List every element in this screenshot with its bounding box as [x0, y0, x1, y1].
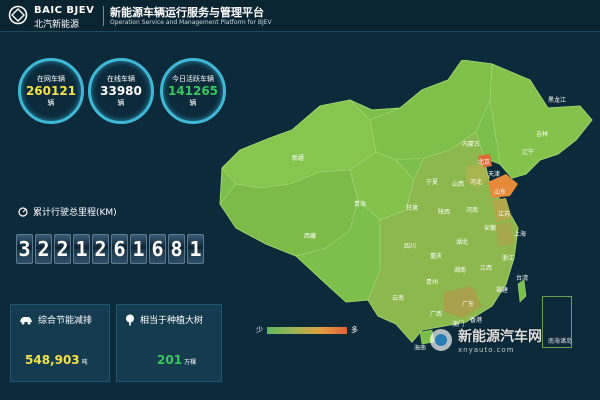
region-taiwan — [517, 279, 527, 303]
odometer-digit: 6 — [149, 234, 166, 264]
page-subtitle: Operation Service and Management Platfor… — [110, 19, 272, 26]
province-label: 江西 — [480, 265, 492, 272]
app-header: BAIC BJEV 北汽新能源 新能源车辆运行服务与管理平台 Operation… — [0, 0, 600, 32]
trees-value-wrap: 201 万棵 — [157, 353, 196, 367]
province-label: 云南 — [392, 294, 404, 302]
odometer-digit: 1 — [73, 234, 90, 264]
legend-high-label: 多 — [351, 326, 358, 334]
stat-vehicles-online: 在线车辆 33980 辆 — [88, 58, 154, 124]
province-label: 内蒙古 — [462, 140, 480, 148]
emission-value-wrap: 548,903 吨 — [25, 353, 88, 367]
odometer-digit: 2 — [54, 234, 71, 264]
brand-name-cn: 北汽新能源 — [34, 20, 80, 30]
province-label: 青海 — [354, 200, 366, 208]
province-label: 辽宁 — [522, 148, 534, 156]
stat-value: 260121 — [25, 84, 77, 98]
province-label: 新疆 — [292, 154, 304, 162]
odometer-digit: 3 — [16, 234, 33, 264]
watermark-logo-icon — [430, 329, 452, 351]
emission-title: 综合节能减排 — [19, 313, 92, 326]
province-label: 上海 — [514, 230, 526, 238]
watermark-en: xnyauto.com — [458, 346, 515, 354]
province-label: 湖南 — [454, 266, 466, 274]
emission-value: 548,903 — [25, 353, 80, 367]
tree-icon — [126, 314, 134, 325]
stat-unit: 辆 — [47, 99, 55, 107]
province-label: 香港 — [470, 316, 482, 324]
province-label: 西藏 — [304, 232, 316, 240]
province-label: 台湾 — [516, 274, 528, 282]
bjev-logo-icon — [8, 5, 28, 25]
brand-name-en: BAIC BJEV — [34, 5, 95, 16]
province-label: 贵州 — [426, 278, 438, 286]
odometer-digit: 6 — [111, 234, 128, 264]
stat-unit: 辆 — [117, 99, 125, 107]
province-label: 河南 — [466, 206, 478, 214]
province-label: 江苏 — [498, 210, 510, 218]
emission-label: 综合节能减排 — [38, 316, 93, 326]
stat-unit: 辆 — [189, 99, 197, 107]
car-icon — [20, 316, 32, 324]
province-label: 甘肃 — [406, 204, 418, 212]
province-label: 浙江 — [502, 254, 514, 262]
province-label: 福建 — [496, 286, 508, 294]
legend-gradient-bar — [267, 326, 347, 334]
trees-label: 相当于种植大树 — [140, 316, 204, 326]
trees-title: 相当于种植大树 — [125, 313, 203, 326]
odometer-digits: 3 2 2 1 2 6 1 6 8 1 — [16, 234, 204, 264]
province-label: 天津 — [488, 171, 500, 178]
province-label: 湖北 — [456, 238, 468, 246]
trees-unit: 万棵 — [184, 359, 197, 366]
province-label: 海南 — [414, 344, 426, 350]
legend-low-label: 少 — [256, 326, 263, 334]
header-divider — [103, 6, 104, 26]
province-label: 北京 — [478, 158, 490, 166]
province-label: 河北 — [470, 178, 482, 186]
emission-card: 综合节能减排 548,903 吨 — [10, 304, 110, 382]
stat-value: 33980 — [100, 84, 142, 98]
province-label: 陕西 — [438, 208, 450, 216]
province-label: 广东 — [462, 300, 474, 308]
watermark-cn: 新能源汽车网 — [458, 329, 542, 345]
odometer-title: 累计行驶总里程(KM) — [18, 205, 117, 218]
province-label: 吉林 — [536, 130, 548, 138]
speedometer-icon — [18, 206, 28, 217]
emission-unit: 吨 — [81, 359, 88, 366]
stat-vehicles-network: 在网车辆 260121 辆 — [18, 58, 84, 124]
stat-label: 在网车辆 — [37, 75, 65, 83]
south-sea-label: 南海诸岛 — [548, 337, 573, 345]
watermark-text: 新能源汽车网 xnyauto.com — [458, 326, 542, 354]
odometer-digit: 8 — [168, 234, 185, 264]
map-legend: 少 多 — [256, 325, 358, 335]
region-northeast — [489, 63, 593, 179]
province-label: 四川 — [404, 243, 416, 250]
province-label: 安徽 — [484, 224, 496, 232]
odometer-digit: 2 — [92, 234, 109, 264]
odometer-digit: 2 — [35, 234, 52, 264]
province-label: 黑龙江 — [548, 96, 566, 104]
stat-label: 在线车辆 — [107, 75, 135, 83]
province-label: 宁夏 — [426, 178, 438, 186]
province-label: 山东 — [494, 188, 506, 196]
trees-value: 201 — [157, 353, 183, 367]
page-title: 新能源车辆运行服务与管理平台 — [110, 6, 264, 19]
region-zhejiang — [496, 222, 514, 246]
province-label: 广西 — [430, 310, 442, 318]
province-label: 山西 — [452, 180, 464, 188]
province-label: 重庆 — [430, 252, 442, 260]
odometer-label: 累计行驶总里程(KM) — [33, 208, 117, 218]
watermark: 新能源汽车网 xnyauto.com 南海诸岛 — [428, 326, 572, 354]
china-map: 新疆 西藏 青海 甘肃 内蒙古 黑龙江 吉林 辽宁 北京 天津 河北 山西 山东… — [219, 60, 593, 350]
odometer-digit: 1 — [130, 234, 147, 264]
